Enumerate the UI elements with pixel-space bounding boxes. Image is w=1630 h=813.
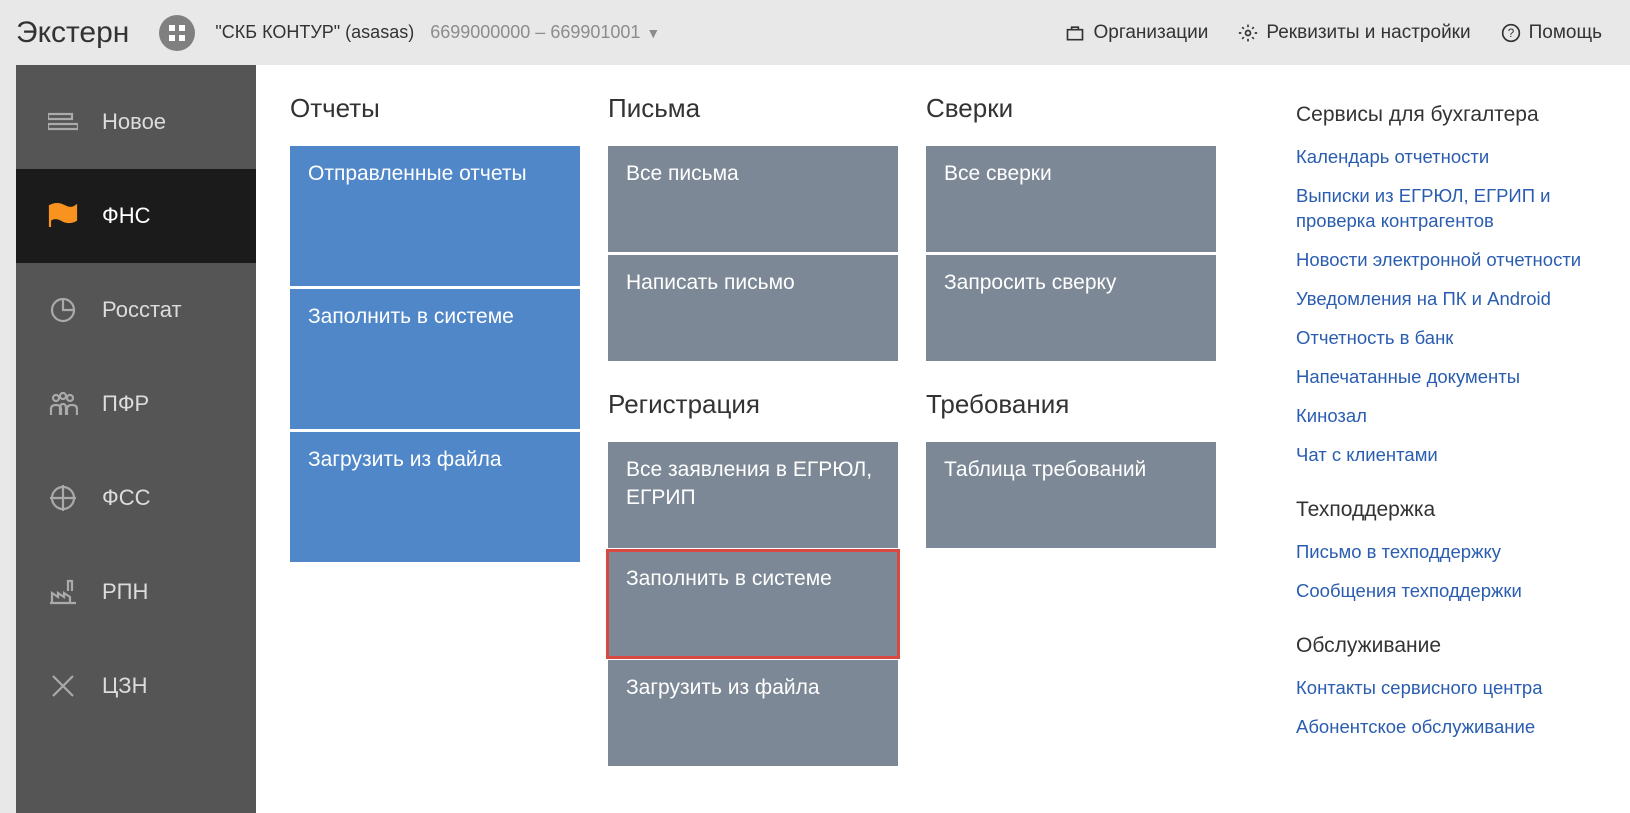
people-icon <box>48 391 78 417</box>
rp-title-service: Обслуживание <box>1296 634 1596 658</box>
tile-request-check[interactable]: Запросить сверку <box>926 255 1216 361</box>
link-news[interactable]: Новости электронной отчетности <box>1296 248 1596 273</box>
help-icon: ? <box>1501 23 1521 43</box>
link-service-contacts[interactable]: Контакты сервисного центра <box>1296 676 1596 701</box>
sidebar-item-label: Росстат <box>102 297 182 323</box>
org-name[interactable]: "СКБ КОНТУР" (asasas) <box>215 22 414 43</box>
help-label: Помощь <box>1529 22 1602 44</box>
link-bank-reports[interactable]: Отчетность в банк <box>1296 326 1596 351</box>
apps-grid-button[interactable] <box>159 15 195 51</box>
sidebar-item-label: ЦЗН <box>102 673 147 699</box>
group-demands: Требования Таблица требований <box>926 389 1216 548</box>
organizations-label: Организации <box>1093 22 1208 44</box>
app-logo: Экстерн <box>16 16 129 50</box>
sidebar-item-pfr[interactable]: ПФР <box>16 357 256 451</box>
sidebar-item-label: ФСС <box>102 485 151 511</box>
link-notifications[interactable]: Уведомления на ПК и Android <box>1296 287 1596 312</box>
group-checks: Сверки Все сверки Запросить сверку <box>926 93 1216 361</box>
tile-demands-table[interactable]: Таблица требований <box>926 442 1216 548</box>
settings-label: Реквизиты и настройки <box>1266 22 1470 44</box>
tile-write-letter[interactable]: Написать письмо <box>608 255 898 361</box>
link-chat[interactable]: Чат с клиентами <box>1296 443 1596 468</box>
sidebar-item-fss[interactable]: ФСС <box>16 451 256 545</box>
svg-text:?: ? <box>1507 27 1514 40</box>
link-calendar[interactable]: Календарь отчетности <box>1296 145 1596 170</box>
link-subscription[interactable]: Абонентское обслуживание <box>1296 715 1596 740</box>
link-printed-docs[interactable]: Напечатанные документы <box>1296 365 1596 390</box>
tile-sent-reports[interactable]: Отправленные отчеты <box>290 146 580 286</box>
sidebar-item-fns[interactable]: ФНС <box>16 169 256 263</box>
group-title: Отчеты <box>290 93 580 124</box>
factory-icon <box>48 579 78 605</box>
sidebar-item-label: РПН <box>102 579 148 605</box>
settings-link[interactable]: Реквизиты и настройки <box>1238 22 1470 44</box>
target-icon <box>49 484 77 512</box>
right-panel: Сервисы для бухгалтера Календарь отчетно… <box>1296 93 1596 813</box>
tile-all-statements[interactable]: Все заявления в ЕГРЮЛ, ЕГРИП <box>608 442 898 548</box>
link-support-messages[interactable]: Сообщения техподдержки <box>1296 579 1596 604</box>
group-title: Письма <box>608 93 898 124</box>
rp-title-services: Сервисы для бухгалтера <box>1296 103 1596 127</box>
link-cinema[interactable]: Кинозал <box>1296 404 1596 429</box>
group-letters: Письма Все письма Написать письмо <box>608 93 898 361</box>
tools-icon <box>49 672 77 700</box>
group-title: Требования <box>926 389 1216 420</box>
sidebar-item-czn[interactable]: ЦЗН <box>16 639 256 733</box>
rp-title-support: Техподдержка <box>1296 498 1596 522</box>
gear-icon <box>1238 23 1258 43</box>
org-codes[interactable]: 6699000000 – 669901001 <box>430 22 640 43</box>
sidebar-item-rosstat[interactable]: Росстат <box>16 263 256 357</box>
sidebar-item-label: ФНС <box>102 203 151 229</box>
sidebar-item-rpn[interactable]: РПН <box>16 545 256 639</box>
group-reports: Отчеты Отправленные отчеты Заполнить в с… <box>290 93 580 562</box>
sidebar: Новое ФНС Росстат ПФР ФСС РПН ЦЗН <box>16 65 256 813</box>
group-title: Регистрация <box>608 389 898 420</box>
tile-registration-fill[interactable]: Заполнить в системе <box>608 551 898 657</box>
grid-icon <box>168 24 186 42</box>
main-area: Отчеты Отправленные отчеты Заполнить в с… <box>256 65 1630 813</box>
briefcase-icon <box>1065 24 1085 42</box>
organizations-link[interactable]: Организации <box>1065 22 1208 44</box>
tile-registration-upload[interactable]: Загрузить из файла <box>608 660 898 766</box>
tile-reports-fill[interactable]: Заполнить в системе <box>290 289 580 429</box>
lines-icon <box>48 112 78 132</box>
top-bar: Экстерн "СКБ КОНТУР" (asasas) 6699000000… <box>0 0 1630 65</box>
group-title: Сверки <box>926 93 1216 124</box>
tile-reports-upload[interactable]: Загрузить из файла <box>290 432 580 562</box>
help-link[interactable]: ? Помощь <box>1501 22 1602 44</box>
tile-all-checks[interactable]: Все сверки <box>926 146 1216 252</box>
flag-icon <box>48 203 78 229</box>
link-support-letter[interactable]: Письмо в техподдержку <box>1296 540 1596 565</box>
chevron-down-icon[interactable]: ▼ <box>646 25 660 41</box>
sidebar-item-new[interactable]: Новое <box>16 75 256 169</box>
sidebar-item-label: Новое <box>102 109 166 135</box>
tile-all-letters[interactable]: Все письма <box>608 146 898 252</box>
group-registration: Регистрация Все заявления в ЕГРЮЛ, ЕГРИП… <box>608 389 898 766</box>
link-egrul[interactable]: Выписки из ЕГРЮЛ, ЕГРИП и проверка контр… <box>1296 184 1596 234</box>
sidebar-item-label: ПФР <box>102 391 149 417</box>
piechart-icon <box>49 296 77 324</box>
